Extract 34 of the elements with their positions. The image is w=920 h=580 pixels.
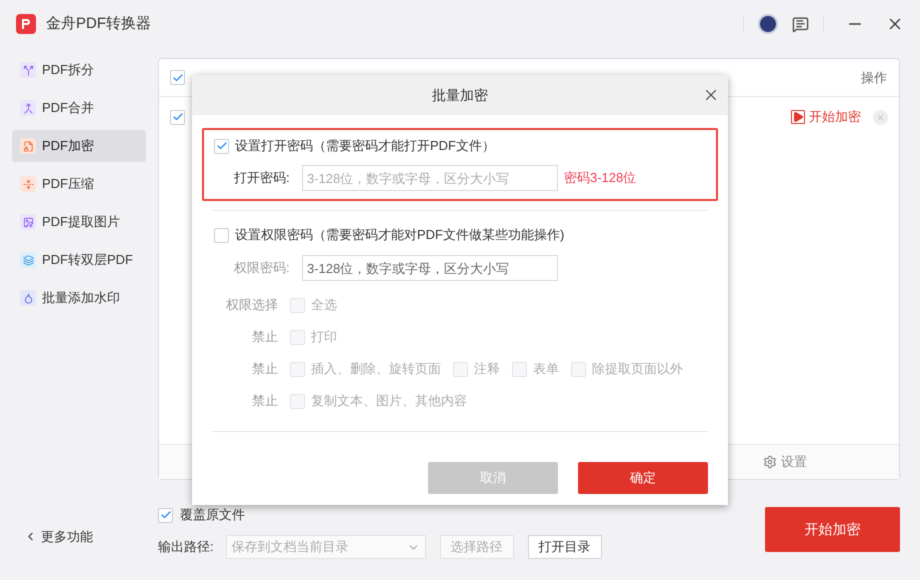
app-title: 金舟PDF转换器 bbox=[46, 14, 151, 34]
permission-option: 打印 bbox=[311, 327, 337, 347]
dialog-title: 批量加密 bbox=[432, 86, 488, 104]
error-text: 密码3-128位 bbox=[564, 169, 636, 188]
permission-row-label: 禁止 bbox=[251, 392, 279, 410]
start-encrypt-button[interactable]: 开始加密 bbox=[765, 507, 900, 552]
sidebar-item[interactable]: PDF合并 bbox=[12, 92, 146, 124]
overwrite-label: 覆盖原文件 bbox=[180, 506, 245, 524]
permission-option: 插入、删除、旋转页面 bbox=[311, 359, 441, 379]
permission-row-label: 权限选择 bbox=[225, 296, 279, 314]
field-label: 权限密码: bbox=[234, 259, 291, 278]
column-header: 操作 bbox=[861, 68, 887, 87]
sidebar-item[interactable]: PDF提取图片 bbox=[12, 206, 146, 238]
open-folder-button[interactable]: 打开目录 bbox=[528, 535, 602, 559]
start-encrypt-link[interactable]: 开始加密 bbox=[791, 107, 861, 127]
permission-option: 全选 bbox=[311, 295, 337, 315]
output-path-label: 输出路径: bbox=[158, 538, 214, 556]
field-label: 打开密码: bbox=[234, 169, 291, 188]
permission-row-label: 禁止 bbox=[251, 360, 279, 378]
open-password-option: 设置打开密码（需要密码才能打开PDF文件） bbox=[235, 136, 495, 156]
ok-button[interactable]: 确定 bbox=[578, 462, 708, 494]
password-field[interactable]: 3-128位，数字或字母，区分大小写 bbox=[302, 165, 558, 191]
permission-option: 复制文本、图片、其他内容 bbox=[311, 391, 467, 411]
sidebar-item[interactable]: PDF加密 bbox=[12, 130, 146, 162]
permission-row-label: 禁止 bbox=[251, 328, 279, 346]
sidebar-item[interactable]: PDF压缩 bbox=[12, 168, 146, 200]
sidebar-item[interactable]: PDF转双层PDF bbox=[12, 244, 146, 276]
permission-password-option: 设置权限密码（需要密码才能对PDF文件做某些功能操作) bbox=[235, 225, 564, 245]
more-features-link[interactable]: 更多功能 bbox=[12, 526, 146, 546]
permission-option: 注释 bbox=[474, 359, 500, 379]
permission-option: 表单 bbox=[533, 359, 559, 379]
permission-option: 除提取页面以外 bbox=[592, 359, 683, 379]
sidebar-item[interactable]: PDF拆分 bbox=[12, 54, 146, 86]
sidebar-item[interactable]: 批量添加水印 bbox=[12, 282, 146, 314]
